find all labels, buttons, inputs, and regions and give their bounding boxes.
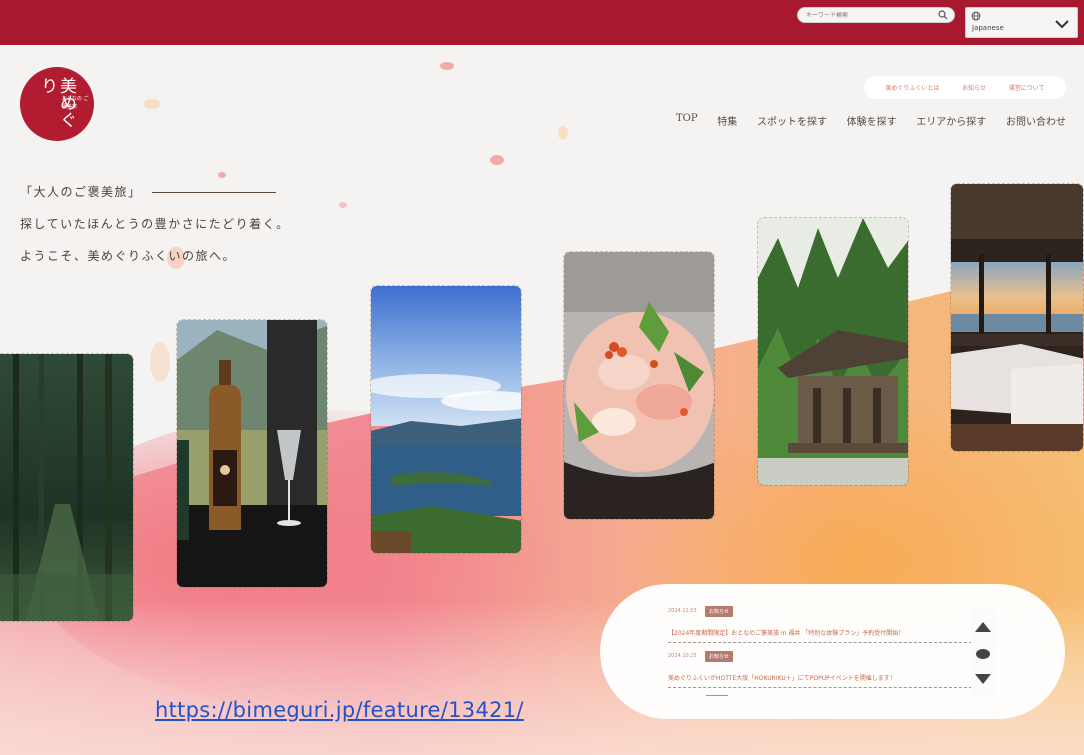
news-title[interactable]: 美めぐりふくいがHOTTE大阪「HOKURIKU＋」にてPOPUPイベントを開催… xyxy=(668,673,896,682)
news-more-rule xyxy=(706,695,728,696)
site-logo[interactable]: 美めぐり おとなの ご褒美旅 xyxy=(20,67,94,141)
news-scroller[interactable] xyxy=(971,608,995,696)
plum-wine-image xyxy=(177,320,327,587)
nav-areas[interactable]: エリアから探す xyxy=(916,113,986,128)
photo-card-ocean-bedroom[interactable] xyxy=(950,183,1084,452)
photo-card-temple-forest[interactable] xyxy=(757,217,909,486)
seafood-bowl-image xyxy=(564,252,714,519)
language-label: Japanese xyxy=(972,24,1004,32)
cedar-forest-image xyxy=(0,354,133,621)
subnav-news[interactable]: お知らせ xyxy=(962,83,986,92)
sub-navigation: 美めぐりふくいとは お知らせ 運営について xyxy=(864,76,1066,99)
nav-contact[interactable]: お問い合わせ xyxy=(1006,113,1066,128)
photo-card-lake-view[interactable] xyxy=(370,285,522,554)
nav-experiences[interactable]: 体験を探す xyxy=(847,113,897,128)
nav-feature[interactable]: 特集 xyxy=(717,113,737,128)
photo-card-seafood-bowl[interactable] xyxy=(563,251,715,520)
keyword-search[interactable] xyxy=(797,7,955,23)
chevron-down-icon[interactable] xyxy=(1055,20,1069,31)
news-badge: お知らせ xyxy=(705,651,733,662)
scroll-dot-icon xyxy=(976,649,990,659)
search-icon[interactable] xyxy=(938,10,948,22)
hero-line-3: ようこそ、美めぐりふくいの旅へ。 xyxy=(20,249,237,263)
logo-sub-text: おとなの ご褒美旅 xyxy=(62,96,89,110)
nav-spots[interactable]: スポットを探す xyxy=(757,113,827,128)
news-date: 2024.10.25 xyxy=(668,653,697,659)
language-select[interactable]: Japanese xyxy=(965,7,1078,38)
globe-icon xyxy=(971,11,981,23)
news-divider xyxy=(668,642,972,643)
ocean-bedroom-image xyxy=(951,184,1083,451)
nav-top[interactable]: TOP xyxy=(676,113,698,127)
subnav-about[interactable]: 美めぐりふくいとは xyxy=(885,83,939,92)
news-panel: 2024.11.03 お知らせ 【2024年度期間限定】おとなのご褒美旅 in … xyxy=(600,584,1065,719)
feature-url-link[interactable]: https://bimeguri.jp/feature/13421/ xyxy=(155,698,524,722)
news-divider xyxy=(668,687,972,688)
scroll-up-icon xyxy=(975,622,991,632)
lake-view-image xyxy=(371,286,521,553)
hero-headline: 「大人のご褒美旅」 xyxy=(20,185,142,199)
hero-line-2: 探していたほんとうの豊かさにたどり着く。 xyxy=(20,217,290,231)
photo-card-cedar-forest[interactable] xyxy=(0,353,134,622)
search-input[interactable] xyxy=(806,11,936,19)
hero-copy: 「大人のご褒美旅」 探していたほんとうの豊かさにたどり着く。 ようこそ、美めぐり… xyxy=(20,184,340,264)
news-badge: お知らせ xyxy=(705,606,733,617)
subnav-operator[interactable]: 運営について xyxy=(1009,83,1045,92)
photo-card-plum-wine[interactable] xyxy=(176,319,328,588)
news-date: 2024.11.03 xyxy=(668,608,697,614)
main-navigation: TOP 特集 スポットを探す 体験を探す エリアから探す お問い合わせ xyxy=(676,113,1066,128)
news-title[interactable]: 【2024年度期間限定】おとなのご褒美旅 in 福井 「特別な体験プラン」予約受… xyxy=(668,628,904,637)
temple-forest-image xyxy=(758,218,908,485)
hero-rule xyxy=(151,191,276,193)
scroll-down-icon xyxy=(975,674,991,684)
